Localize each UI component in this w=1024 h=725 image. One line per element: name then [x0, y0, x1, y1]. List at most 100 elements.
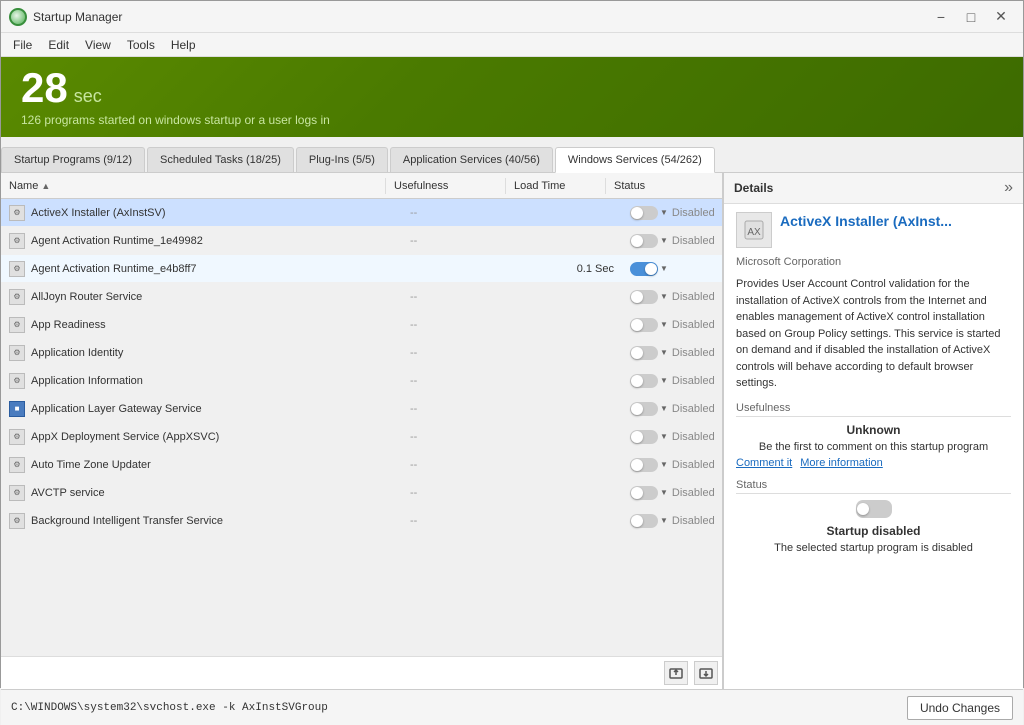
details-status-toggle[interactable] — [736, 500, 1011, 518]
toggle-track[interactable] — [630, 318, 658, 332]
undo-changes-button[interactable]: Undo Changes — [907, 696, 1013, 720]
toggle-1[interactable]: ▼ — [630, 234, 668, 248]
toggle-arrow[interactable]: ▼ — [660, 292, 668, 301]
tab-startup-programs[interactable]: Startup Programs (9/12) — [1, 147, 145, 172]
table-row[interactable]: ⚙Application Information -- ▼Disabled — [1, 367, 722, 395]
toggle-track[interactable] — [630, 430, 658, 444]
toggle-track[interactable] — [630, 234, 658, 248]
cell-usefulness: -- — [402, 512, 522, 530]
table-row[interactable]: ■Application Layer Gateway Service -- ▼D… — [1, 395, 722, 423]
toggle-0[interactable]: ▼ — [630, 206, 668, 220]
service-icon: ⚙ — [9, 317, 25, 333]
toggle-thumb — [631, 207, 643, 219]
menu-tools[interactable]: Tools — [119, 36, 163, 54]
details-description: Provides User Account Control validation… — [736, 276, 1011, 392]
app-logo — [9, 8, 27, 26]
comment-link[interactable]: Comment it — [736, 457, 792, 469]
service-icon: ⚙ — [9, 233, 25, 249]
toggle-arrow[interactable]: ▼ — [660, 264, 668, 273]
cell-status: ▼Disabled — [622, 343, 722, 363]
table-row[interactable]: ⚙ Agent Activation Runtime_1e49982 -- ▼ … — [1, 227, 722, 255]
toggle-3[interactable]: ▼ — [630, 290, 668, 304]
toggle-track[interactable] — [630, 262, 658, 276]
table-row[interactable]: ⚙ ActiveX Installer (AxInstSV) -- ▼ Disa… — [1, 199, 722, 227]
toggle-arrow[interactable]: ▼ — [660, 516, 668, 525]
toggle-track[interactable] — [630, 486, 658, 500]
toggle-9[interactable]: ▼ — [630, 458, 668, 472]
table-row[interactable]: ⚙AppX Deployment Service (AppXSVC) -- ▼D… — [1, 423, 722, 451]
menu-file[interactable]: File — [5, 36, 40, 54]
details-expand-icon[interactable]: » — [1004, 179, 1013, 197]
cell-name: ⚙AVCTP service — [1, 482, 402, 504]
menu-edit[interactable]: Edit — [40, 36, 77, 54]
download-icon-button[interactable] — [694, 661, 718, 685]
toggle-track[interactable] — [630, 374, 658, 388]
file-path: C:\WINDOWS\system32\svchost.exe -k AxIns… — [11, 702, 328, 714]
toggle-6[interactable]: ▼ — [630, 374, 668, 388]
toggle-track[interactable] — [630, 290, 658, 304]
header-subtitle: 126 programs started on windows startup … — [21, 113, 1003, 127]
toggle-arrow[interactable]: ▼ — [660, 460, 668, 469]
toggle-track[interactable] — [630, 458, 658, 472]
toggle-arrow[interactable]: ▼ — [660, 236, 668, 245]
toggle-track[interactable] — [630, 402, 658, 416]
cell-status: ▼Disabled — [622, 483, 722, 503]
toggle-arrow[interactable]: ▼ — [660, 208, 668, 217]
table-row[interactable]: ⚙Application Identity -- ▼Disabled — [1, 339, 722, 367]
toggle-thumb — [631, 515, 643, 527]
toggle-arrow[interactable]: ▼ — [660, 348, 668, 357]
col-header-name: Name ▲ — [1, 178, 386, 194]
tab-windows-services[interactable]: Windows Services (54/262) — [555, 147, 715, 173]
maximize-button[interactable]: □ — [957, 6, 985, 28]
details-toggle-track[interactable] — [856, 500, 892, 518]
details-panel: Details » AX ActiveX Installer (AxInst..… — [723, 173, 1023, 689]
toggle-2[interactable]: ▼ — [630, 262, 668, 276]
toggle-arrow[interactable]: ▼ — [660, 488, 668, 497]
more-info-link[interactable]: More information — [800, 457, 883, 469]
minimize-button[interactable]: − — [927, 6, 955, 28]
table-row[interactable]: ⚙Background Intelligent Transfer Service… — [1, 507, 722, 535]
toggle-5[interactable]: ▼ — [630, 346, 668, 360]
cell-status: ▼Disabled — [622, 511, 722, 531]
upload-icon-button[interactable] — [664, 661, 688, 685]
toggle-7[interactable]: ▼ — [630, 402, 668, 416]
menu-view[interactable]: View — [77, 36, 119, 54]
cell-loadtime — [522, 434, 622, 440]
tab-scheduled-tasks[interactable]: Scheduled Tasks (18/25) — [147, 147, 294, 172]
close-button[interactable]: ✕ — [987, 6, 1015, 28]
toggle-arrow[interactable]: ▼ — [660, 432, 668, 441]
toggle-11[interactable]: ▼ — [630, 514, 668, 528]
service-icon: ⚙ — [9, 205, 25, 221]
details-app-name: ActiveX Installer (AxInst... — [780, 212, 952, 230]
table-row[interactable]: ⚙Auto Time Zone Updater -- ▼Disabled — [1, 451, 722, 479]
toggle-10[interactable]: ▼ — [630, 486, 668, 500]
table-row[interactable]: ⚙AllJoyn Router Service -- ▼Disabled — [1, 283, 722, 311]
toggle-8[interactable]: ▼ — [630, 430, 668, 444]
toggle-track[interactable] — [630, 346, 658, 360]
toggle-arrow[interactable]: ▼ — [660, 404, 668, 413]
cell-usefulness: -- — [402, 316, 522, 334]
cell-usefulness: -- — [402, 400, 522, 418]
tab-plugins[interactable]: Plug-Ins (5/5) — [296, 147, 388, 172]
service-icon: ⚙ — [9, 373, 25, 389]
details-links: Comment it More information — [736, 457, 1011, 469]
cell-name: ⚙Auto Time Zone Updater — [1, 454, 402, 476]
cell-status: ▼Disabled — [622, 455, 722, 475]
details-header: Details » — [724, 173, 1023, 204]
table-row[interactable]: ⚙ Agent Activation Runtime_e4b8ff7 0.1 S… — [1, 255, 722, 283]
usefulness-section-title: Usefulness — [736, 402, 1011, 417]
table-row[interactable]: ⚙App Readiness -- ▼Disabled — [1, 311, 722, 339]
left-panel: Name ▲ Usefulness Load Time Status ⚙ Act… — [1, 173, 723, 689]
toggle-track[interactable] — [630, 514, 658, 528]
toggle-thumb — [631, 347, 643, 359]
toggle-arrow[interactable]: ▼ — [660, 320, 668, 329]
toggle-track[interactable] — [630, 206, 658, 220]
table-row[interactable]: ⚙AVCTP service -- ▼Disabled — [1, 479, 722, 507]
menu-help[interactable]: Help — [163, 36, 204, 54]
details-toggle-thumb — [857, 503, 869, 515]
toggle-4[interactable]: ▼ — [630, 318, 668, 332]
table-body[interactable]: ⚙ ActiveX Installer (AxInstSV) -- ▼ Disa… — [1, 199, 722, 656]
toggle-thumb — [631, 375, 643, 387]
toggle-arrow[interactable]: ▼ — [660, 376, 668, 385]
tab-app-services[interactable]: Application Services (40/56) — [390, 147, 553, 172]
